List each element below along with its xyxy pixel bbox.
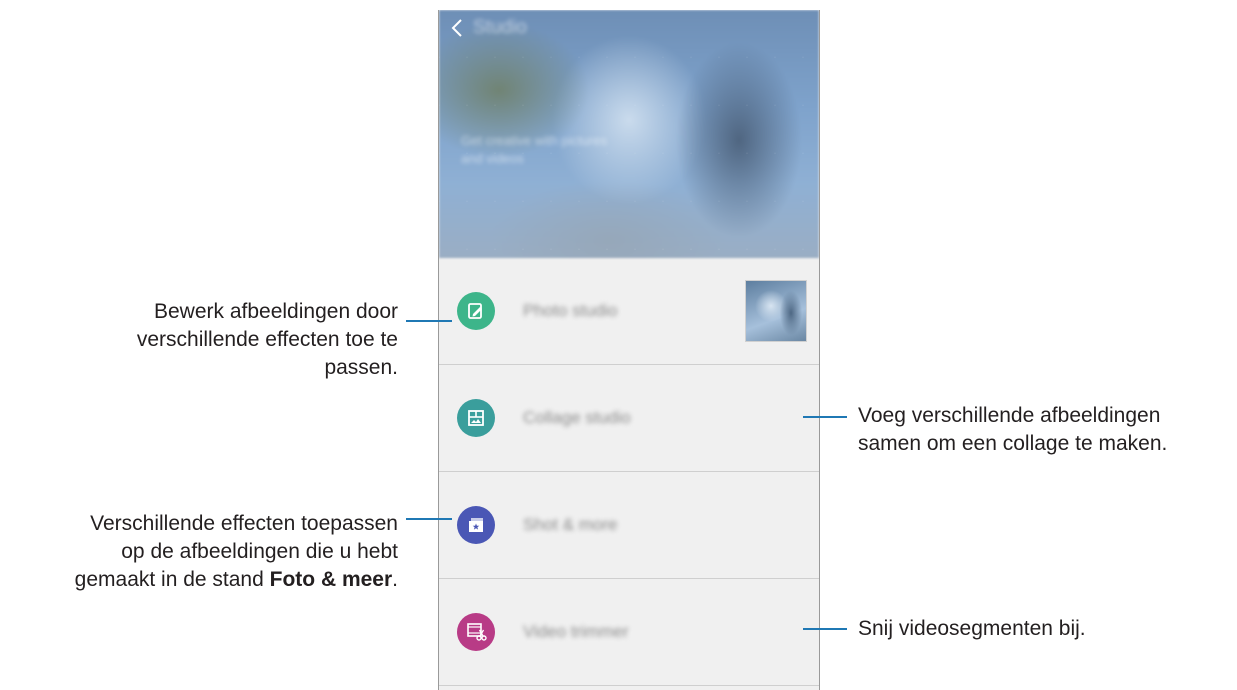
back-arrow-icon[interactable] [447,14,467,42]
annotation-line: Snij videosegmenten bij. [858,617,1086,640]
hero-caption: Get creative with pictures and videos [461,133,607,166]
annotation-shot-more: Verschillende effecten toepassen op de a… [0,510,398,594]
menu-item-label: Shot & more [523,515,618,534]
shot-more-icon [457,506,495,544]
annotation-line: Bewerk afbeeldingen door [153,300,398,323]
annotation-line: passen. [324,356,398,379]
photo-thumbnail [745,280,807,342]
menu-item-label: Video trimmer [523,622,629,641]
annotation-text: gemaakt in de stand [74,568,270,591]
menu-item-label: Collage studio [523,408,631,427]
leader-line-collage [803,416,847,418]
annotation-video-trimmer: Snij videosegmenten bij. [858,615,1236,643]
annotation-line: op de afbeeldingen die u hebt [121,540,398,563]
menu-item-collage-studio[interactable]: Collage studio [439,365,819,472]
leader-line-video [803,628,847,630]
annotation-text: . [392,568,398,591]
annotation-line: verschillende effecten toe te [136,328,398,351]
menu-item-photo-studio[interactable]: Photo studio [439,258,819,365]
menu-item-label: Photo studio [523,301,618,320]
app-bar: Studio [439,10,819,46]
app-title: Studio [473,17,527,38]
annotation-line: gemaakt in de stand Foto & meer. [0,566,398,594]
annotation-line: Verschillende effecten toepassen [90,512,398,535]
annotation-line: samen om een collage te maken. [858,432,1168,455]
phone-screen: Studio Get creative with pictures and vi… [438,10,820,690]
annotation-line: Voeg verschillende afbeeldingen [858,404,1161,427]
video-trim-icon [457,613,495,651]
leader-line-shot [406,518,452,520]
photo-edit-icon [457,292,495,330]
studio-menu-list: Photo studio Collage studio Shot & more … [439,258,819,686]
leader-line-photo [406,320,452,322]
annotation-collage-studio: Voeg verschillende afbeeldingen samen om… [858,402,1236,458]
mode-name: Foto & meer [269,568,393,591]
annotation-photo-studio: Bewerk afbeeldingen door verschillende e… [40,298,398,382]
menu-item-shot-and-more[interactable]: Shot & more [439,472,819,579]
collage-icon [457,399,495,437]
menu-item-video-trimmer[interactable]: Video trimmer [439,579,819,686]
